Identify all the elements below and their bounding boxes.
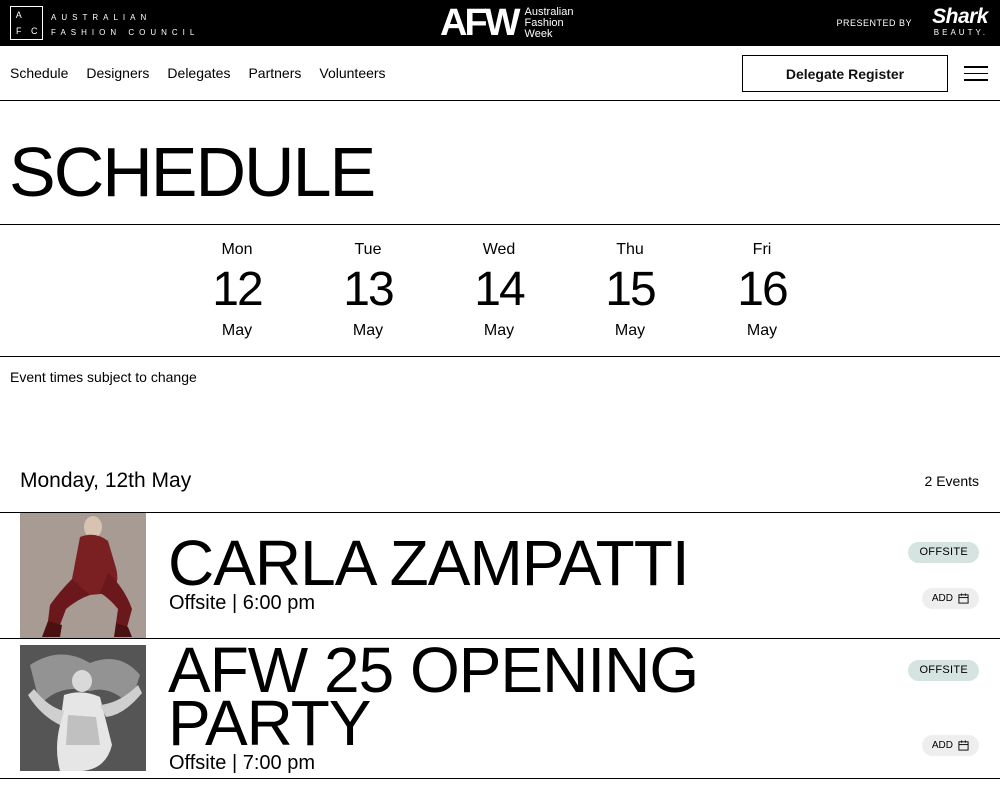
- event-image[interactable]: [20, 645, 146, 771]
- day-date: 12: [212, 263, 263, 316]
- day-name: Thu: [616, 241, 644, 258]
- afw-name: Australian Fashion Week: [524, 5, 574, 40]
- day-name: Tue: [354, 241, 382, 258]
- nav-link-designers[interactable]: Designers: [86, 65, 149, 81]
- nav-link-volunteers[interactable]: Volunteers: [319, 65, 385, 81]
- afw-name-line-2: Fashion: [524, 16, 564, 29]
- divider: [0, 778, 1000, 779]
- event-title[interactable]: CARLA ZAMPATTI: [168, 531, 690, 595]
- event-image[interactable]: [20, 513, 146, 639]
- calendar-icon: [958, 593, 969, 604]
- afc-logo-letter: A: [15, 10, 22, 20]
- nav-link-schedule[interactable]: Schedule: [10, 65, 68, 81]
- add-to-calendar-button[interactable]: ADD: [921, 735, 979, 756]
- event-count: 2 Events: [924, 473, 979, 489]
- nav-links: Schedule Designers Delegates Partners Vo…: [10, 65, 386, 81]
- add-to-calendar-button[interactable]: ADD: [921, 588, 979, 609]
- sponsor-sub: BEAUTY.: [933, 28, 988, 37]
- presented-by-label: PRESENTED BY: [836, 18, 912, 28]
- afw-name-line-3: Week: [524, 27, 553, 40]
- afc-logo-letter: C: [31, 26, 38, 36]
- divider: [0, 356, 1000, 357]
- add-label: ADD: [931, 740, 953, 751]
- event-title-line-2[interactable]: PARTY: [168, 691, 371, 755]
- divider: [0, 224, 1000, 225]
- calendar-icon: [958, 740, 969, 751]
- day-month: May: [614, 322, 646, 339]
- event-meta: Offsite | 6:00 pm: [169, 592, 316, 614]
- day-name: Fri: [752, 241, 772, 258]
- day-name: Wed: [482, 241, 516, 258]
- main-nav: Schedule Designers Delegates Partners Vo…: [0, 46, 1000, 101]
- day-tab-fri[interactable]: Fri 16 May: [722, 240, 802, 341]
- day-tab-wed[interactable]: Wed 14 May: [459, 240, 539, 341]
- day-name: Mon: [221, 241, 253, 258]
- hamburger-icon[interactable]: [964, 66, 988, 81]
- add-label: ADD: [931, 593, 953, 604]
- top-bar: A F C AUSTRALIAN FASHION COUNCIL AFW Aus…: [0, 0, 1000, 46]
- day-month: May: [746, 322, 778, 339]
- delegate-register-button[interactable]: Delegate Register: [742, 55, 948, 92]
- offsite-badge: OFFSITE: [908, 542, 979, 563]
- day-date: 15: [605, 263, 656, 316]
- day-month: May: [483, 322, 515, 339]
- nav-link-delegates[interactable]: Delegates: [167, 65, 230, 81]
- afw-logo[interactable]: AFW Australian Fashion Week: [440, 2, 574, 44]
- day-tab-mon[interactable]: Mon 12 May: [197, 240, 277, 341]
- day-heading: Monday, 12th May: [20, 469, 192, 492]
- sponsor-word: Shark: [932, 5, 988, 28]
- times-notice: Event times subject to change: [10, 369, 197, 385]
- day-date: 14: [474, 263, 525, 316]
- afc-line-1: AUSTRALIAN: [51, 13, 152, 22]
- day-date: 16: [737, 263, 788, 316]
- day-date: 13: [343, 263, 394, 316]
- afc-logo-letter: F: [16, 26, 22, 36]
- day-month: May: [352, 322, 384, 339]
- afc-line-2: FASHION COUNCIL: [51, 28, 200, 37]
- event-row[interactable]: CARLA ZAMPATTI Offsite | 6:00 pm OFFSITE…: [0, 513, 1000, 639]
- offsite-badge: OFFSITE: [908, 660, 979, 681]
- event-row[interactable]: AFW 25 OPENING PARTY Offsite | 7:00 pm O…: [0, 638, 1000, 779]
- sponsor-logo[interactable]: Shark BEAUTY.: [932, 6, 988, 38]
- page-title: SCHEDULE: [9, 133, 376, 211]
- afw-mark: AFW: [440, 2, 521, 44]
- afc-logo-letter: [27, 7, 43, 23]
- afc-logo[interactable]: A F C: [10, 6, 43, 40]
- day-tab-thu[interactable]: Thu 15 May: [590, 240, 670, 341]
- nav-link-partners[interactable]: Partners: [248, 65, 301, 81]
- day-tab-tue[interactable]: Tue 13 May: [328, 240, 408, 341]
- day-month: May: [221, 322, 253, 339]
- event-meta: Offsite | 7:00 pm: [169, 752, 316, 774]
- afw-name-line-1: Australian: [524, 5, 574, 18]
- afc-wordmark: AUSTRALIAN FASHION COUNCIL: [51, 10, 199, 40]
